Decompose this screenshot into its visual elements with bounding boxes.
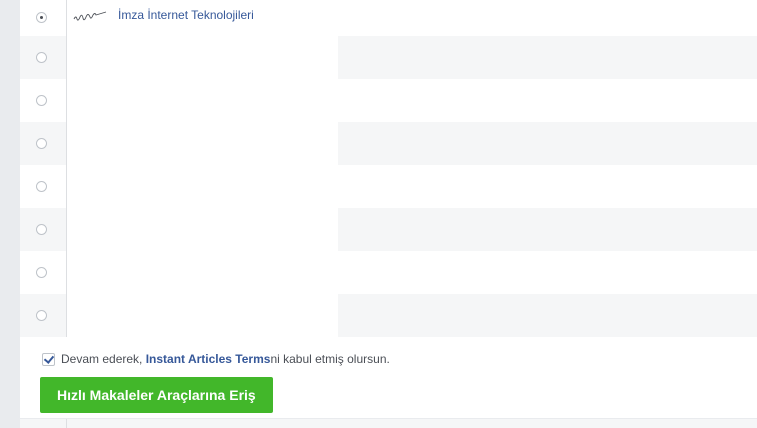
radio-column: [20, 208, 67, 251]
radio-column: [20, 79, 67, 122]
left-gutter: [0, 0, 20, 428]
bottom-band: [20, 418, 757, 428]
radio-column: [20, 251, 67, 294]
radio-column: [20, 122, 67, 165]
radio-icon[interactable]: [36, 137, 47, 149]
page-row[interactable]: İmza İnternet Teknolojileri: [20, 0, 757, 36]
instant-articles-signup: İmza İnternet Teknolojileri Devam ederek…: [0, 0, 757, 428]
terms-link[interactable]: Instant Articles Terms: [146, 352, 271, 366]
radio-icon[interactable]: [36, 51, 47, 63]
radio-column: [20, 0, 67, 36]
imza-logo-icon: [73, 11, 107, 21]
radio-column: [20, 294, 67, 337]
redacted-area: [67, 36, 338, 337]
page-name[interactable]: İmza İnternet Teknolojileri: [118, 8, 254, 22]
terms-row: Devam ederek, Instant Articles Termsni k…: [42, 352, 390, 367]
radio-column: [20, 165, 67, 208]
terms-suffix: ni kabul etmiş olursun.: [270, 352, 390, 366]
access-tools-button[interactable]: Hızlı Makaleler Araçlarına Eriş: [40, 377, 273, 413]
radio-icon[interactable]: [36, 309, 47, 321]
radio-icon[interactable]: [36, 94, 47, 106]
radio-icon[interactable]: [36, 223, 47, 235]
terms-prefix: Devam ederek,: [61, 352, 143, 366]
radio-icon[interactable]: [36, 180, 47, 192]
radio-column: [20, 36, 67, 79]
checkbox-checked-icon[interactable]: [42, 353, 55, 366]
footer: Devam ederek, Instant Articles Termsni k…: [20, 337, 757, 428]
divider: [66, 419, 67, 428]
radio-icon[interactable]: [36, 12, 47, 23]
radio-icon[interactable]: [36, 266, 47, 278]
